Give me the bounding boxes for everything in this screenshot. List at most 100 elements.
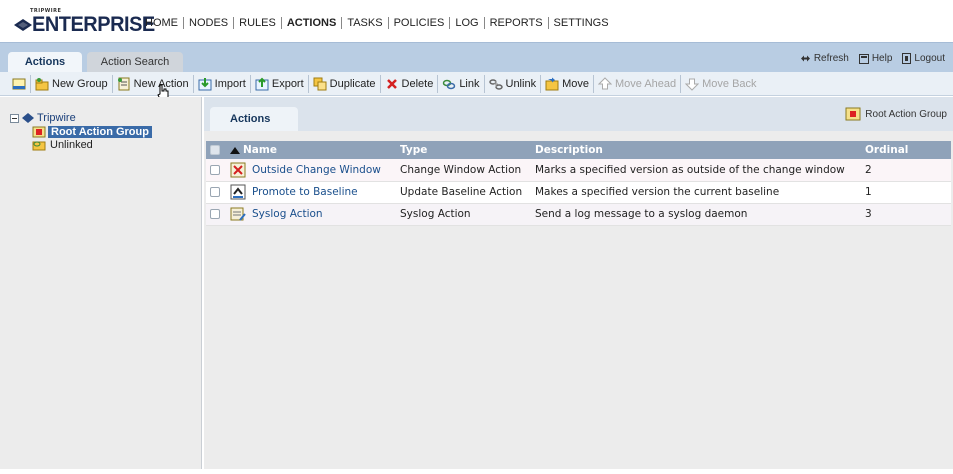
logout-icon <box>902 53 912 64</box>
main-content: Actions Root Action Group Name Type Desc… <box>204 97 953 469</box>
tripwire-diamond-icon <box>22 113 34 123</box>
type-column-header[interactable]: Type <box>396 141 531 159</box>
tree-item-unlinked[interactable]: Unlinked <box>32 138 152 151</box>
action-name-link[interactable]: Outside Change Window <box>252 164 381 176</box>
sort-ascending-icon <box>230 146 240 154</box>
change-window-icon <box>230 162 246 178</box>
link-button[interactable]: Link <box>438 74 485 93</box>
unlink-button[interactable]: Unlink <box>485 74 542 93</box>
export-button[interactable]: Export <box>251 74 309 93</box>
move-label: Move <box>562 77 589 90</box>
unlink-icon <box>488 78 503 90</box>
action-type: Update Baseline Action <box>396 181 531 204</box>
action-type: Change Window Action <box>396 159 531 182</box>
row-checkbox[interactable] <box>210 209 220 219</box>
table-row[interactable]: Promote to Baseline Update Baseline Acti… <box>206 181 951 204</box>
refresh-label: Refresh <box>813 53 849 64</box>
export-icon <box>255 77 269 90</box>
tree-root-label: Tripwire <box>37 112 76 124</box>
nav-log[interactable]: LOG <box>450 17 485 29</box>
nav-settings[interactable]: SETTINGS <box>549 17 614 29</box>
action-ordinal: 2 <box>861 159 951 182</box>
move-icon <box>545 77 559 90</box>
move-ahead-label: Move Ahead <box>614 77 677 90</box>
select-all-checkbox[interactable] <box>210 145 220 155</box>
refresh-icon <box>800 55 810 62</box>
help-icon <box>858 53 869 64</box>
actions-table: Name Type Description Ordinal Outside Ch… <box>206 141 951 226</box>
ordinal-column-header[interactable]: Ordinal <box>861 141 951 159</box>
refresh-link[interactable]: Refresh <box>800 53 849 64</box>
select-all-header[interactable] <box>206 141 226 159</box>
tree-item-label: Root Action Group <box>48 125 152 138</box>
arrow-up-icon <box>597 76 612 89</box>
collapse-panel-button[interactable] <box>8 74 31 93</box>
action-type: Syslog Action <box>396 203 531 226</box>
action-name-link[interactable]: Promote to Baseline <box>252 186 358 198</box>
tripwire-logo[interactable]: TRIPWIRE ENTERPRISE <box>14 8 155 36</box>
new-action-icon <box>117 77 130 90</box>
nav-tasks[interactable]: TASKS <box>342 17 389 29</box>
action-description: Send a log message to a syslog daemon <box>531 203 861 226</box>
action-description: Makes a specified version the current ba… <box>531 181 861 204</box>
tree-panel: Tripwire Root Action Group Unlinked <box>0 97 202 469</box>
move-back-button[interactable]: Move Back <box>681 75 760 93</box>
help-link[interactable]: Help <box>858 53 893 64</box>
tab-actions[interactable]: Actions <box>8 52 82 73</box>
current-group-label: Root Action Group <box>865 108 947 120</box>
help-label: Help <box>871 53 893 64</box>
tab-band: Actions Action Search Refresh Help Logou… <box>0 42 953 73</box>
table-row[interactable]: Syslog Action Syslog Action Send a log m… <box>206 203 951 226</box>
logout-link[interactable]: Logout <box>902 53 945 64</box>
new-group-label: New Group <box>52 77 108 90</box>
main-nav: HOME NODES RULES ACTIONS TASKS POLICIES … <box>140 17 614 29</box>
delete-icon <box>386 78 397 89</box>
nav-policies[interactable]: POLICIES <box>389 17 451 29</box>
current-group-indicator: Root Action Group <box>845 107 947 121</box>
import-button[interactable]: Import <box>194 74 251 93</box>
content-tab-actions[interactable]: Actions <box>210 107 298 131</box>
nav-home[interactable]: HOME <box>140 17 184 29</box>
baseline-icon <box>230 184 246 200</box>
table-row[interactable]: Outside Change Window Change Window Acti… <box>206 159 951 182</box>
collapse-toggle-icon[interactable] <box>10 113 19 123</box>
delete-label: Delete <box>401 77 434 90</box>
panel-toggle-icon <box>12 78 26 89</box>
tab-action-search[interactable]: Action Search <box>87 52 183 73</box>
export-label: Export <box>271 77 304 90</box>
duplicate-button[interactable]: Duplicate <box>309 74 381 93</box>
action-group-icon <box>32 126 46 137</box>
new-action-button[interactable]: New Action <box>113 74 194 93</box>
unlinked-group-icon <box>32 141 46 150</box>
description-column-header[interactable]: Description <box>531 141 861 159</box>
tree-item-label: Unlinked <box>50 138 93 151</box>
nav-reports[interactable]: REPORTS <box>485 17 549 29</box>
delete-button[interactable]: Delete <box>381 74 439 93</box>
syslog-icon <box>230 207 246 221</box>
row-checkbox[interactable] <box>210 187 220 197</box>
tree-root[interactable]: Tripwire <box>10 111 152 125</box>
name-column-header[interactable]: Name <box>226 141 396 159</box>
action-group-icon <box>845 107 861 121</box>
logo-diamond-icon <box>14 19 32 31</box>
duplicate-icon <box>313 77 327 90</box>
action-name-link[interactable]: Syslog Action <box>252 208 323 220</box>
table-header-row: Name Type Description Ordinal <box>206 141 951 159</box>
row-checkbox[interactable] <box>210 164 220 175</box>
move-button[interactable]: Move <box>541 74 594 93</box>
import-icon <box>198 77 212 90</box>
new-group-icon <box>35 77 49 90</box>
action-tree: Tripwire Root Action Group Unlinked <box>10 111 152 151</box>
move-ahead-button[interactable]: Move Ahead <box>594 74 682 93</box>
nav-rules[interactable]: RULES <box>234 17 282 29</box>
link-label: Link <box>459 77 480 90</box>
nav-actions[interactable]: ACTIONS <box>282 17 343 29</box>
move-back-label: Move Back <box>702 77 757 90</box>
unlink-label: Unlink <box>505 77 537 90</box>
top-header: TRIPWIRE ENTERPRISE HOME NODES RULES ACT… <box>0 0 953 42</box>
new-group-button[interactable]: New Group <box>31 74 113 93</box>
arrow-down-icon <box>685 78 700 91</box>
nav-nodes[interactable]: NODES <box>184 17 235 29</box>
logout-label: Logout <box>914 53 945 64</box>
tree-item-root-action-group[interactable]: Root Action Group <box>32 125 152 138</box>
